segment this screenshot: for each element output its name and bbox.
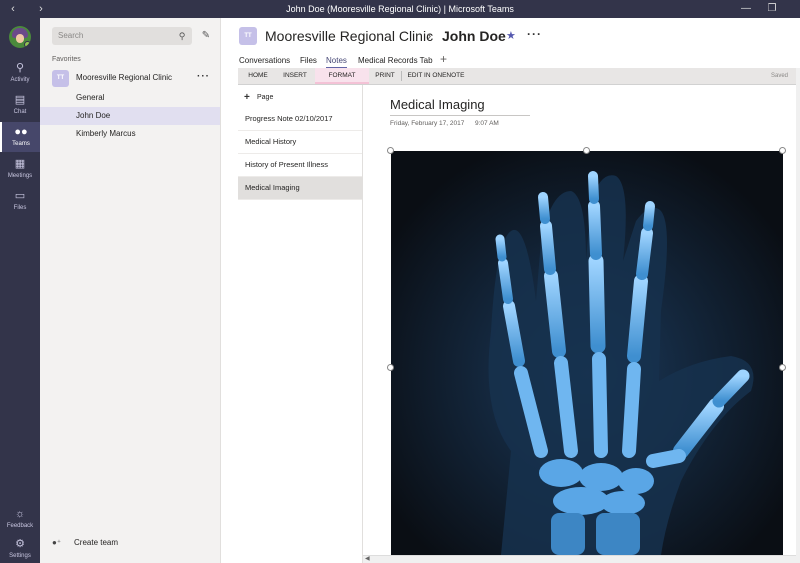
resize-handle-right[interactable] bbox=[779, 364, 786, 371]
compose-icon[interactable]: ✎ bbox=[200, 30, 212, 42]
resize-handle-top-left[interactable] bbox=[387, 147, 394, 154]
page-item-medical-imaging[interactable]: Medical Imaging bbox=[238, 177, 362, 200]
rail-item-feedback[interactable]: ☼ Feedback bbox=[0, 504, 40, 534]
plus-icon: + bbox=[244, 92, 250, 103]
team-name: Mooresville Regional Clinic bbox=[76, 73, 173, 82]
pages-list: + Page Progress Note 02/10/2017 Medical … bbox=[238, 85, 363, 563]
tab-conversations[interactable]: Conversations bbox=[239, 55, 290, 67]
horizontal-scrollbar[interactable]: ◀ bbox=[363, 555, 796, 563]
resize-handle-top[interactable] bbox=[583, 147, 590, 154]
page-item-medical-history[interactable]: Medical History bbox=[238, 131, 362, 154]
breadcrumb-team[interactable]: Mooresville Regional Clinic bbox=[265, 27, 433, 45]
xray-graphic bbox=[391, 151, 783, 555]
note-time: 9:07 AM bbox=[475, 120, 499, 127]
teams-list-pane: Search ⚲ ✎ Favorites TT Mooresville Regi… bbox=[40, 18, 221, 563]
tab-files[interactable]: Files bbox=[300, 55, 317, 67]
ribbon-tab-edit-in-onenote[interactable]: EDIT IN ONENOTE bbox=[404, 68, 468, 84]
title-bar: ‹ › John Doe (Mooresville Regional Clini… bbox=[0, 0, 800, 18]
chat-icon: ▤ bbox=[14, 94, 26, 106]
favorites-label: Favorites bbox=[52, 56, 81, 63]
more-options-icon[interactable]: ··· bbox=[527, 26, 542, 42]
team-avatar: TT bbox=[52, 70, 69, 87]
file-icon: ▭ bbox=[14, 190, 26, 202]
bell-icon: ⚲ bbox=[15, 62, 25, 74]
rail-item-activity[interactable]: ⚲ Activity bbox=[0, 58, 40, 88]
rail-item-settings[interactable]: ⚙ Settings bbox=[0, 534, 40, 563]
ribbon-tab-format[interactable]: FORMAT bbox=[315, 68, 369, 84]
chevron-right-icon: › bbox=[427, 28, 432, 43]
note-canvas[interactable]: Medical Imaging Friday, February 17, 201… bbox=[363, 85, 796, 555]
channel-item-kimberly-marcus[interactable]: Kimberly Marcus bbox=[40, 125, 220, 143]
add-team-icon: ●⁺ bbox=[52, 538, 62, 547]
calendar-icon: ▦ bbox=[14, 158, 26, 170]
rail-item-chat[interactable]: ▤ Chat bbox=[0, 90, 40, 120]
tab-notes[interactable]: Notes bbox=[326, 55, 347, 68]
hand-xray-image[interactable] bbox=[391, 151, 783, 555]
tab-medical-records[interactable]: Medical Records Tab bbox=[358, 55, 433, 67]
star-icon[interactable]: ★ bbox=[506, 28, 516, 44]
ribbon-tab-insert[interactable]: INSERT bbox=[278, 68, 312, 84]
page-item-progress-note[interactable]: Progress Note 02/10/2017 bbox=[238, 108, 362, 131]
gear-icon: ⚙ bbox=[15, 538, 25, 550]
search-input[interactable]: Search ⚲ bbox=[52, 27, 192, 45]
minimize-icon[interactable]: — bbox=[736, 2, 756, 16]
save-status: Saved bbox=[770, 73, 788, 79]
resize-handle-top-right[interactable] bbox=[779, 147, 786, 154]
ribbon-tab-home[interactable]: HOME bbox=[242, 68, 274, 84]
lightbulb-icon: ☼ bbox=[14, 508, 26, 520]
resize-handle-left[interactable] bbox=[387, 364, 394, 371]
ribbon-tab-print[interactable]: PRINT bbox=[371, 68, 399, 84]
scroll-left-icon[interactable]: ◀ bbox=[365, 555, 370, 563]
search-icon[interactable]: ⚲ bbox=[176, 30, 188, 42]
rail-item-teams[interactable]: ●● Teams bbox=[0, 122, 40, 152]
note-title[interactable]: Medical Imaging bbox=[390, 96, 485, 114]
channel-item-general[interactable]: General bbox=[40, 89, 220, 107]
app-rail: ⚲ Activity ▤ Chat ●● Teams ▦ Meetings ▭ … bbox=[0, 18, 40, 563]
rail-item-files[interactable]: ▭ Files bbox=[0, 186, 40, 216]
vertical-scrollbar[interactable] bbox=[796, 68, 800, 563]
channel-header: TT Mooresville Regional Clinic › John Do… bbox=[221, 18, 800, 68]
more-options-icon[interactable]: ··· bbox=[197, 72, 210, 82]
onenote-ribbon: HOME INSERT FORMAT PRINT EDIT IN ONENOTE… bbox=[238, 68, 796, 85]
team-avatar: TT bbox=[239, 27, 257, 45]
rail-item-meetings[interactable]: ▦ Meetings bbox=[0, 154, 40, 184]
create-team-button[interactable]: ●⁺ Create team bbox=[52, 536, 172, 550]
teams-icon: ●● bbox=[14, 126, 28, 138]
presence-dot bbox=[24, 41, 31, 48]
window-title: John Doe (Mooresville Regional Clinic) |… bbox=[286, 4, 514, 14]
avatar[interactable] bbox=[9, 26, 31, 48]
team-item[interactable]: TT Mooresville Regional Clinic ··· bbox=[40, 68, 220, 88]
page-item-history-present-illness[interactable]: History of Present Illness bbox=[238, 154, 362, 177]
add-tab-icon[interactable]: + bbox=[440, 52, 447, 66]
note-date: Friday, February 17, 2017 bbox=[390, 120, 465, 127]
channel-item-john-doe[interactable]: John Doe bbox=[40, 107, 220, 125]
restore-icon[interactable]: ❐ bbox=[762, 2, 782, 16]
breadcrumb-channel: John Doe bbox=[442, 28, 506, 44]
